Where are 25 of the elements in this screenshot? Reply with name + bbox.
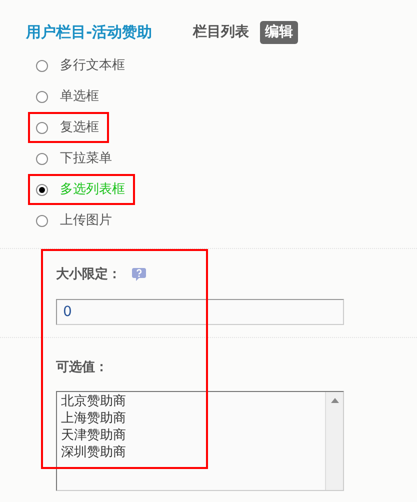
field-label: 大小限定： bbox=[56, 267, 121, 282]
option-line: 天津赞助商 bbox=[61, 427, 127, 444]
radio-label: 下拉菜单 bbox=[60, 150, 112, 168]
tab[interactable]: 编辑 bbox=[260, 20, 298, 44]
page-title: 用户栏目-活动赞助 bbox=[26, 22, 152, 43]
help-icon[interactable] bbox=[131, 266, 147, 282]
option-line: 北京赞助商 bbox=[61, 393, 127, 410]
radio-button[interactable] bbox=[36, 90, 48, 102]
radio-button[interactable] bbox=[36, 214, 48, 226]
radio-button[interactable] bbox=[36, 152, 48, 164]
radio-label: 上传图片 bbox=[60, 212, 112, 230]
radio-label: 复选框 bbox=[60, 118, 99, 137]
radio-label: 多选列表框 bbox=[60, 180, 125, 199]
radio-button[interactable] bbox=[36, 60, 48, 72]
radio-label: 单选框 bbox=[60, 88, 99, 106]
tab[interactable]: 栏目列表 bbox=[188, 20, 254, 44]
field-label: 可选值： bbox=[56, 358, 109, 376]
option-line: 上海赞助商 bbox=[61, 410, 127, 427]
input-field[interactable]: 0 bbox=[56, 298, 344, 324]
scroll-up-icon[interactable] bbox=[330, 398, 338, 403]
option-line: 深圳赞助商 bbox=[61, 444, 127, 461]
options-box[interactable]: 北京赞助商 上海赞助商 天津赞助商 深圳赞助商 bbox=[56, 391, 344, 491]
radio-button[interactable] bbox=[36, 122, 48, 134]
radio-button[interactable] bbox=[36, 184, 48, 196]
radio-label: 多行文本框 bbox=[60, 56, 125, 75]
